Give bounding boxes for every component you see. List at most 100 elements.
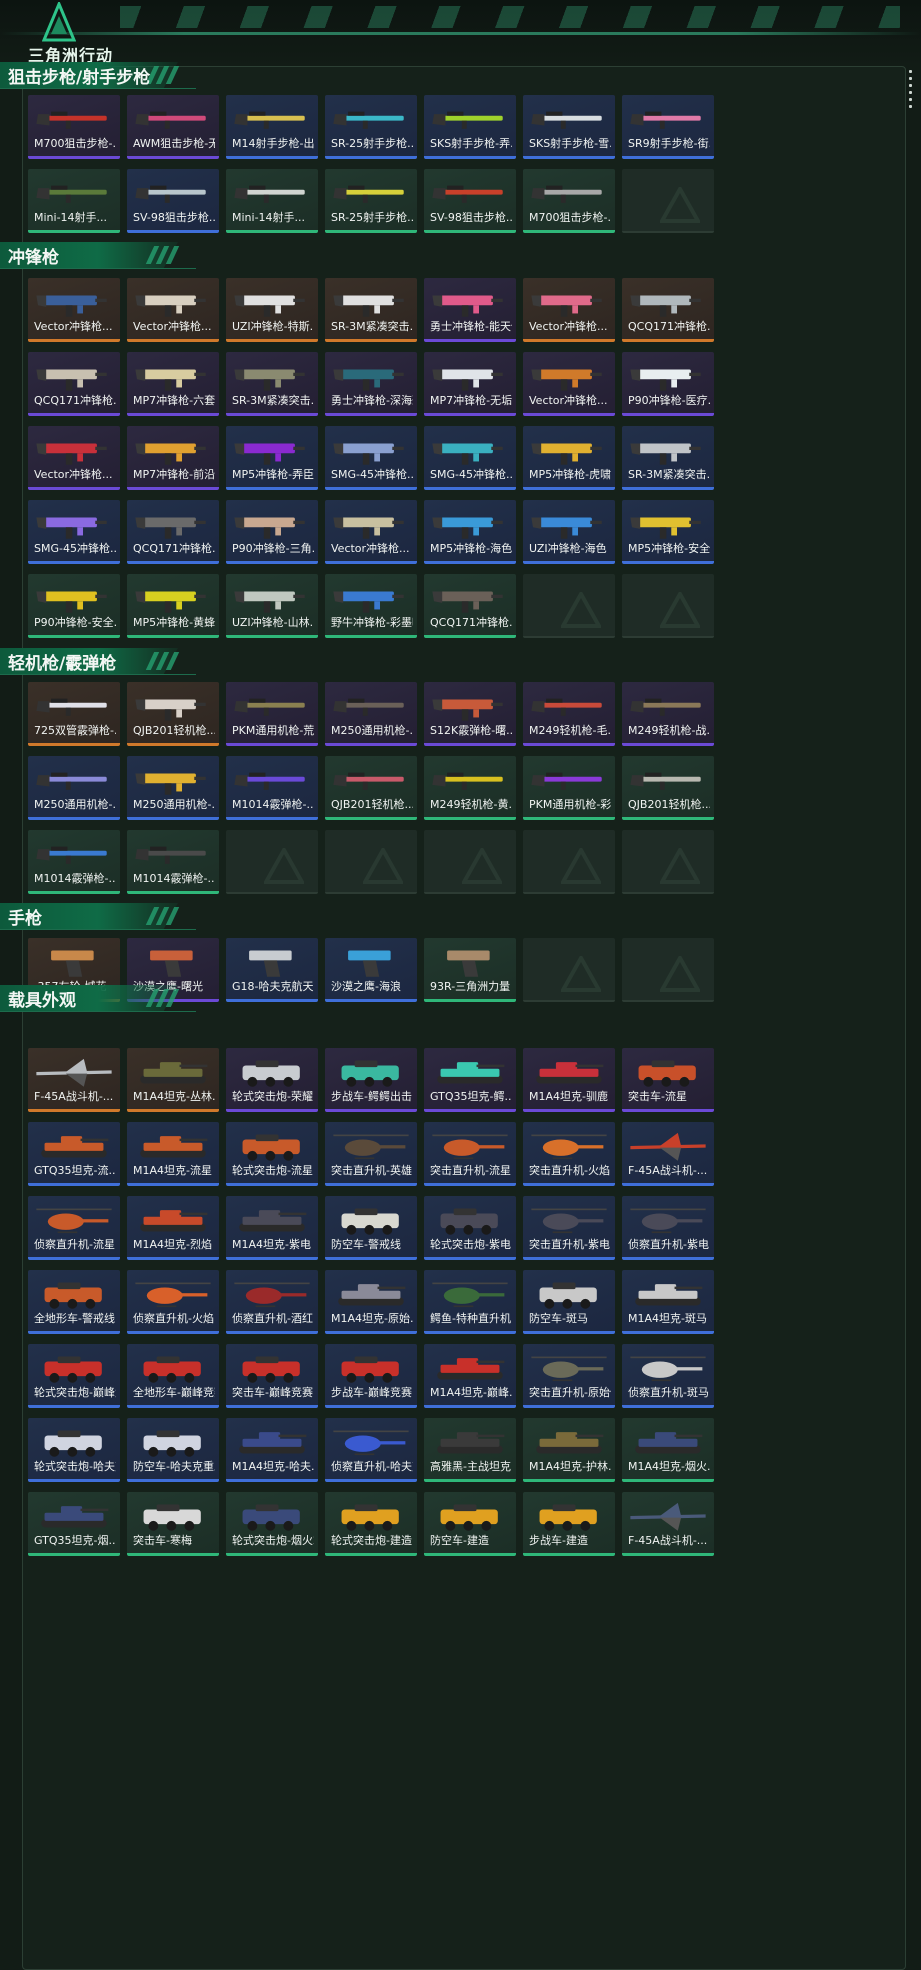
skin-card[interactable]: Vector冲锋枪... — [127, 278, 219, 342]
skin-card[interactable]: 侦察直升机-斑马 — [622, 1344, 714, 1408]
skin-card[interactable]: 全地形车-巅峰竞赛 — [127, 1344, 219, 1408]
skin-card[interactable]: 轮式突击炮-紫电 — [424, 1196, 516, 1260]
skin-card[interactable]: Vector冲锋枪... — [325, 500, 417, 564]
skin-card[interactable]: 轮式突击炮-哈夫克... — [28, 1418, 120, 1482]
skin-card[interactable]: MP5冲锋枪-黄蜂 — [127, 574, 219, 638]
skin-card[interactable]: F-45A战斗机-... — [622, 1492, 714, 1556]
skin-card[interactable]: 突击直升机-火焰 — [523, 1122, 615, 1186]
skin-card[interactable]: M249轻机枪-黄... — [424, 756, 516, 820]
skin-card[interactable]: M250通用机枪-... — [127, 756, 219, 820]
skin-card[interactable]: AWM狙击步枪-无... — [127, 95, 219, 159]
skin-card[interactable]: P90冲锋枪-医疗... — [622, 352, 714, 416]
skin-card[interactable]: M250通用机枪-... — [325, 682, 417, 746]
skin-card[interactable]: M1014霰弹枪-... — [28, 830, 120, 894]
skin-card[interactable]: 步战车-建造 — [523, 1492, 615, 1556]
skin-card[interactable]: M1014霰弹枪-... — [127, 830, 219, 894]
skin-card[interactable]: M1A4坦克-流星 — [127, 1122, 219, 1186]
skin-card[interactable]: M1A4坦克-烟火... — [622, 1418, 714, 1482]
skin-card[interactable]: M700狙击步枪-... — [28, 95, 120, 159]
skin-card[interactable]: 轮式突击炮-建造 — [325, 1492, 417, 1556]
skin-card[interactable]: 步战车-巅峰竞赛 — [325, 1344, 417, 1408]
skin-card[interactable]: SKS射手步枪-弄... — [424, 95, 516, 159]
skin-card[interactable]: 轮式突击炮-巅峰竞赛 — [28, 1344, 120, 1408]
skin-card[interactable]: 突击直升机-原始伪... — [523, 1344, 615, 1408]
skin-card[interactable]: F-45A战斗机-... — [622, 1122, 714, 1186]
skin-card[interactable]: 防空车-建造 — [424, 1492, 516, 1556]
skin-card[interactable]: G18-哈夫克航天 — [226, 938, 318, 1002]
skin-card[interactable]: QCQ171冲锋枪... — [622, 278, 714, 342]
skin-card[interactable]: M1A4坦克-原始... — [325, 1270, 417, 1334]
skin-card[interactable]: Vector冲锋枪... — [28, 278, 120, 342]
skin-card[interactable]: 突击车-巅峰竞赛 — [226, 1344, 318, 1408]
skin-card[interactable]: 全地形车-警戒线 — [28, 1270, 120, 1334]
skin-card[interactable]: M1A4坦克-驯鹿 — [523, 1048, 615, 1112]
skin-card[interactable]: P90冲锋枪-三角... — [226, 500, 318, 564]
skin-card[interactable]: F-45A战斗机-... — [28, 1048, 120, 1112]
skin-card[interactable]: M1A4坦克-巅峰... — [424, 1344, 516, 1408]
skin-card[interactable]: 防空车-斑马 — [523, 1270, 615, 1334]
skin-card[interactable]: 725双管霰弹枪-... — [28, 682, 120, 746]
skin-card[interactable]: Mini-14射手... — [226, 169, 318, 233]
skin-card[interactable]: 突击车-流星 — [622, 1048, 714, 1112]
skin-card[interactable]: 沙漠之鹰-海浪 — [325, 938, 417, 1002]
skin-card[interactable]: Vector冲锋枪... — [523, 278, 615, 342]
skin-card[interactable]: 侦察直升机-哈夫克... — [325, 1418, 417, 1482]
skin-card[interactable]: 突击直升机-紫电 — [523, 1196, 615, 1260]
skin-card[interactable]: M1A4坦克-丛林... — [127, 1048, 219, 1112]
skin-card[interactable]: 侦察直升机-紫电 — [622, 1196, 714, 1260]
skin-card[interactable]: M249轻机枪-毛... — [523, 682, 615, 746]
skin-card[interactable]: QCQ171冲锋枪... — [424, 574, 516, 638]
skin-card[interactable]: 轮式突击炮-荣耀 — [226, 1048, 318, 1112]
skin-card[interactable]: SR-3M紧凑突击... — [622, 426, 714, 490]
skin-card[interactable]: MP5冲锋枪-弄臣 — [226, 426, 318, 490]
skin-card[interactable]: P90冲锋枪-安全... — [28, 574, 120, 638]
skin-card[interactable]: PKM通用机枪-荒... — [226, 682, 318, 746]
skin-card[interactable]: 勇士冲锋枪-深海恐... — [325, 352, 417, 416]
skin-card[interactable]: M1A4坦克-烈焰 — [127, 1196, 219, 1260]
skin-card[interactable]: M14射手步枪-出... — [226, 95, 318, 159]
skin-card[interactable]: S12K霰弹枪-曙... — [424, 682, 516, 746]
skin-card[interactable]: MP5冲锋枪-安全... — [622, 500, 714, 564]
skin-card[interactable]: 侦察直升机-火焰 — [127, 1270, 219, 1334]
skin-card[interactable]: 鳄鱼-特种直升机 — [424, 1270, 516, 1334]
skin-card[interactable]: 突击车-寒梅 — [127, 1492, 219, 1556]
skin-card[interactable]: PKM通用机枪-彩... — [523, 756, 615, 820]
skin-card[interactable]: 93R-三角洲力量 — [424, 938, 516, 1002]
skin-card[interactable]: SR-3M紧凑突击... — [325, 278, 417, 342]
skin-card[interactable]: UZI冲锋枪-海色 — [523, 500, 615, 564]
skin-card[interactable]: 勇士冲锋枪-能天使... — [424, 278, 516, 342]
skin-card[interactable]: QJB201轻机枪... — [325, 756, 417, 820]
skin-card[interactable]: M1A4坦克-紫电 — [226, 1196, 318, 1260]
skin-card[interactable]: 侦察直升机-酒红 — [226, 1270, 318, 1334]
skin-card[interactable]: 防空车-哈夫克重工 — [127, 1418, 219, 1482]
skin-card[interactable]: M1A4坦克-哈夫... — [226, 1418, 318, 1482]
skin-card[interactable]: M1A4坦克-护林... — [523, 1418, 615, 1482]
skin-card[interactable]: 高雅黑-主战坦克 — [424, 1418, 516, 1482]
skin-card[interactable]: MP5冲锋枪-虎啸 — [523, 426, 615, 490]
skin-card[interactable]: 突击直升机-流星 — [424, 1122, 516, 1186]
skin-card[interactable]: M1014霰弹枪-... — [226, 756, 318, 820]
skin-card[interactable]: SV-98狙击步枪... — [424, 169, 516, 233]
skin-card[interactable]: SR-25射手步枪... — [325, 169, 417, 233]
skin-card[interactable]: SMG-45冲锋枪... — [424, 426, 516, 490]
skin-card[interactable]: UZI冲锋枪-山林... — [226, 574, 318, 638]
skin-card[interactable]: MP7冲锋枪-无垢 — [424, 352, 516, 416]
skin-card[interactable]: SKS射手步枪-雪... — [523, 95, 615, 159]
skin-card[interactable]: SR-25射手步枪... — [325, 95, 417, 159]
skin-card[interactable]: M250通用机枪-... — [28, 756, 120, 820]
skin-card[interactable]: SR9射手步枪-街... — [622, 95, 714, 159]
skin-card[interactable]: M1A4坦克-斑马 — [622, 1270, 714, 1334]
skin-card[interactable]: MP7冲锋枪-六套... — [127, 352, 219, 416]
skin-card[interactable]: 野牛冲锋枪-彩墨喷... — [325, 574, 417, 638]
skin-card[interactable]: Mini-14射手... — [28, 169, 120, 233]
skin-card[interactable]: GTQ35坦克-流... — [28, 1122, 120, 1186]
skin-card[interactable]: MP5冲锋枪-海色 — [424, 500, 516, 564]
skin-card[interactable]: QCQ171冲锋枪... — [28, 352, 120, 416]
skin-card[interactable]: QJB201轻机枪... — [622, 756, 714, 820]
skin-card[interactable]: SMG-45冲锋枪... — [28, 500, 120, 564]
skin-card[interactable]: MP7冲锋枪-前沿... — [127, 426, 219, 490]
skin-card[interactable]: 轮式突击炮-烟火2... — [226, 1492, 318, 1556]
skin-card[interactable]: Vector冲锋枪... — [28, 426, 120, 490]
skin-card[interactable]: SV-98狙击步枪... — [127, 169, 219, 233]
skin-card[interactable]: M700狙击步枪-... — [523, 169, 615, 233]
